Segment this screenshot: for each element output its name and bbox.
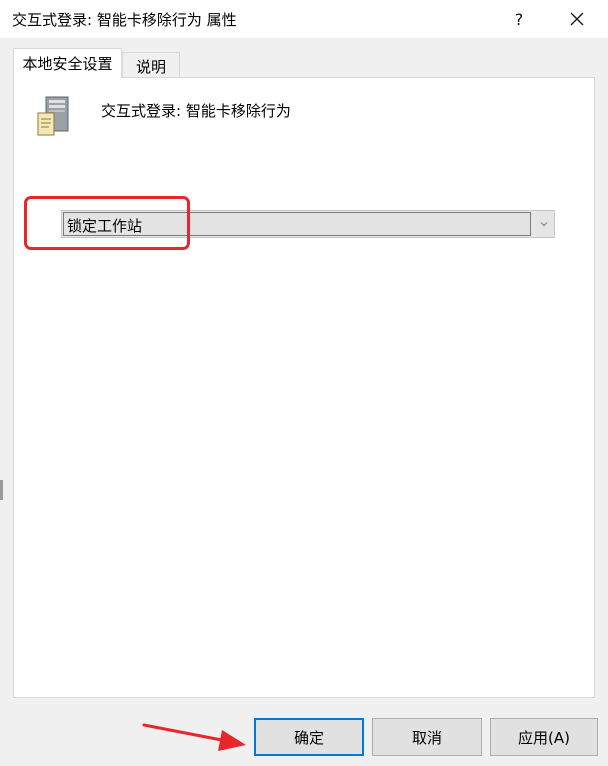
tab-label: 本地安全设置 [22,55,113,73]
apply-button-label: 应用(A) [518,728,570,747]
tab-local-security-setting[interactable]: 本地安全设置 [13,48,122,78]
dropdown-focus-box: 锁定工作站 [63,212,531,236]
help-icon: ? [514,9,524,29]
title-bar: 交互式登录: 智能卡移除行为 属性 ? [0,0,608,39]
tab-panel: 交互式登录: 智能卡移除行为 锁定工作站 [13,77,595,698]
tab-explain[interactable]: 说明 [122,52,180,80]
ok-button[interactable]: 确定 [254,718,364,756]
annotation-arrow-icon [142,723,246,751]
close-icon [570,12,584,26]
chevron-down-icon[interactable] [538,218,550,230]
window-edge [0,480,3,500]
help-button[interactable]: ? [496,0,542,38]
window-title: 交互式登录: 智能卡移除行为 属性 [12,11,237,29]
ok-button-label: 确定 [293,728,324,747]
cancel-button[interactable]: 取消 [372,718,482,756]
policy-name: 交互式登录: 智能卡移除行为 [101,102,291,120]
apply-button[interactable]: 应用(A) [490,718,598,756]
dropdown-selected-value: 锁定工作站 [67,217,143,235]
cancel-button-label: 取消 [411,728,442,747]
tab-label: 说明 [135,58,166,76]
setting-dropdown[interactable]: 锁定工作站 [61,210,555,238]
close-button[interactable] [554,0,600,38]
server-icon [37,96,69,136]
